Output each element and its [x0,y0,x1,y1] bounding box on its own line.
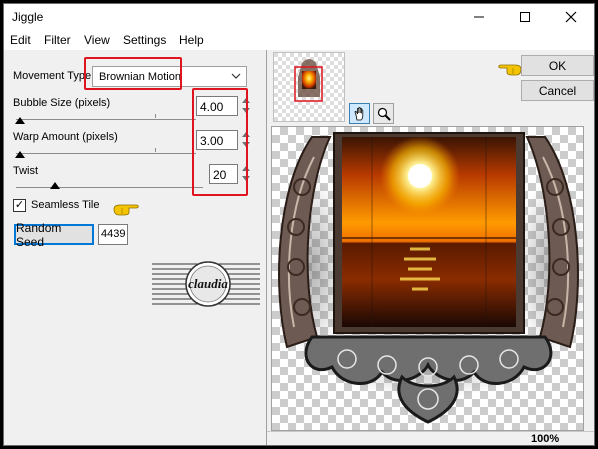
menu-settings[interactable]: Settings [123,33,166,47]
watermark-text: claudia [188,276,228,291]
random-seed-button[interactable]: Random Seed [14,221,94,249]
pointing-hand-icon [498,64,522,76]
zoom-level: 100% [531,433,560,445]
highlight-values [192,88,248,196]
hand-tool-icon[interactable] [349,103,370,124]
slider-tick [155,148,156,152]
preview-canvas[interactable] [271,126,584,431]
cancel-button[interactable]: Cancel [521,80,594,101]
claudia-watermark: claudia [152,261,260,307]
seamless-tile-label: Seamless Tile [31,199,100,211]
random-seed-input[interactable]: 4439 [98,224,128,245]
highlight-movement-type [84,57,182,90]
warp-amount-thumb[interactable] [15,151,25,158]
twist-thumb[interactable] [50,182,60,189]
title-bar: Jiggle [4,4,594,30]
ok-button[interactable]: OK [521,55,594,76]
minimize-icon[interactable] [456,4,502,30]
bubble-size-thumb[interactable] [15,117,25,124]
menu-view[interactable]: View [84,33,110,47]
maximize-icon[interactable] [502,4,548,30]
navigator-thumbnail[interactable] [273,52,345,122]
movement-type-label: Movement Type: [13,70,95,82]
warp-amount-slider[interactable] [16,153,196,154]
seamless-tile-checkbox[interactable]: ✓ [13,199,26,212]
chevron-down-icon [231,73,241,79]
preview-image [277,132,583,424]
menu-edit[interactable]: Edit [10,33,31,47]
twist-slider[interactable] [16,187,203,188]
jiggle-dialog: Jiggle Edit Filter View Settings Help Mo… [3,3,595,446]
pointing-hand-icon [113,204,139,216]
bubble-size-slider[interactable] [16,119,196,120]
slider-tick [155,114,156,118]
menu-bar: Edit Filter View Settings Help [4,30,594,50]
zoom-tool-icon[interactable] [373,103,394,124]
status-bar: 100% [267,431,594,445]
bubble-size-label: Bubble Size (pixels) [13,97,111,109]
twist-label: Twist [13,165,39,177]
window-title: Jiggle [12,10,44,24]
close-icon[interactable] [548,4,594,30]
settings-panel: Movement Type: Brownian Motion Bubble Si… [4,50,266,445]
warp-amount-label: Warp Amount (pixels) [13,131,118,143]
menu-help[interactable]: Help [179,33,204,47]
menu-filter[interactable]: Filter [44,33,71,47]
preview-panel: OK Cancel [267,50,594,445]
